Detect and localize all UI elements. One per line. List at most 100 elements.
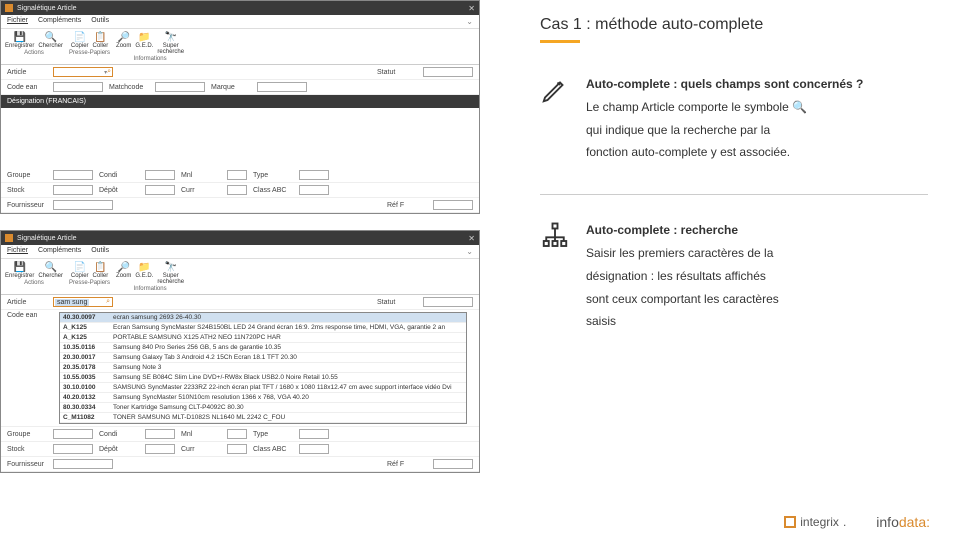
- input-type[interactable]: [299, 170, 329, 180]
- btn-chercher[interactable]: 🔍Chercher: [38, 31, 63, 49]
- dropdown-code: 40.30.0097: [63, 314, 113, 321]
- label-marque: Marque: [211, 84, 251, 91]
- block-1: Auto-complete : quels champs sont concer…: [540, 73, 928, 164]
- autocomplete-dropdown[interactable]: 40.30.0097ecran samsung 2693 26-40.30A_K…: [59, 312, 467, 424]
- block2-line4: saisis: [586, 310, 779, 333]
- dropdown-code: A_K125: [63, 334, 113, 341]
- dropdown-desc: Samsung SE B084C Slim Line DVD+/-RW8x Bl…: [113, 374, 338, 381]
- menu-outils[interactable]: Outils: [91, 17, 109, 26]
- dropdown-row[interactable]: C_M11082TONER SAMSUNG MLT-D1082S NL1640 …: [60, 413, 466, 423]
- input-depot[interactable]: [145, 185, 175, 195]
- menu-fichier[interactable]: Fichier: [7, 247, 28, 256]
- label-ref: Réf F: [387, 202, 427, 209]
- dropdown-row[interactable]: A_K125Ecran Samsung SyncMaster S24B150BL…: [60, 323, 466, 333]
- input-mni[interactable]: [227, 170, 247, 180]
- menu-complements[interactable]: Compléments: [38, 247, 81, 256]
- label-mni: Mnl: [181, 172, 221, 179]
- label-statut: Statut: [377, 299, 417, 306]
- input-statut[interactable]: [423, 297, 473, 307]
- logo-infodata: infodata:: [876, 514, 930, 530]
- label-fournisseur: Fournisseur: [7, 461, 47, 468]
- label-ref: Réf F: [387, 461, 427, 468]
- ribbon-group-presse: Presse-Papiers: [69, 50, 110, 56]
- close-icon[interactable]: ✕: [468, 4, 475, 13]
- titlebar: Signalétique Article ✕: [1, 1, 479, 15]
- btn-ged[interactable]: 📁G.E.D.: [135, 31, 153, 55]
- label-condi: Condi: [99, 431, 139, 438]
- dropdown-desc: Samsung Note 3: [113, 364, 161, 371]
- input-class[interactable]: [299, 185, 329, 195]
- titlebar-2: Signalétique Article ✕: [1, 231, 479, 245]
- paste-icon: 📋: [93, 261, 107, 273]
- dropdown-code: 40.20.0132: [63, 394, 113, 401]
- label-groupe: Groupe: [7, 172, 47, 179]
- row-codeean: Code ean Matchcode Marque: [1, 80, 479, 95]
- dropdown-desc: Ecran Samsung SyncMaster S24B150BL LED 2…: [113, 324, 445, 331]
- input-statut[interactable]: [423, 67, 473, 77]
- btn-zoom[interactable]: 🔎Zoom: [116, 31, 131, 55]
- dropdown-row[interactable]: 80.30.0334Toner Kartridge Samsung CLT-P4…: [60, 403, 466, 413]
- btn-coller[interactable]: 📋Coller: [93, 31, 109, 49]
- input-codeean[interactable]: [53, 82, 103, 92]
- btn-copier[interactable]: 📄Copier: [71, 261, 89, 279]
- btn-copier[interactable]: 📄Copier: [71, 31, 89, 49]
- magnifier-icon: ⌕: [107, 68, 111, 76]
- zoom-icon: 🔎: [117, 31, 131, 43]
- window-title-2: Signalétique Article: [17, 235, 468, 242]
- input-marque[interactable]: [257, 82, 307, 92]
- input-article-filled[interactable]: sam sung⌕: [53, 297, 113, 307]
- dropdown-row[interactable]: 20.30.0017Samsung Galaxy Tab 3 Android 4…: [60, 353, 466, 363]
- dropdown-code: 20.30.0017: [63, 354, 113, 361]
- expand-icon[interactable]: ⌄: [466, 247, 473, 256]
- menu-fichier[interactable]: Fichier: [7, 17, 28, 26]
- dropdown-desc: Samsung Galaxy Tab 3 Android 4.2 15Ch Ec…: [113, 354, 297, 361]
- dropdown-row[interactable]: 20.35.0178Samsung Note 3: [60, 363, 466, 373]
- btn-zoom[interactable]: 🔎Zoom: [116, 261, 131, 285]
- label-article: Article: [7, 299, 47, 306]
- btn-enregistrer[interactable]: 💾Enregistrer: [5, 261, 34, 279]
- btn-coller[interactable]: 📋Coller: [93, 261, 109, 279]
- btn-super[interactable]: 🔭Superrecherche: [157, 261, 184, 285]
- search-icon: 🔍: [44, 31, 58, 43]
- input-groupe[interactable]: [53, 170, 93, 180]
- binoculars-icon: 🔭: [164, 261, 178, 273]
- row-designation: Désignation (FRANCAIS): [1, 95, 479, 108]
- close-icon[interactable]: ✕: [468, 234, 475, 243]
- btn-ged[interactable]: 📁G.E.D.: [135, 261, 153, 285]
- label-class: Class ABC: [253, 187, 293, 194]
- dropdown-code: A_K125: [63, 324, 113, 331]
- input-stock[interactable]: [53, 185, 93, 195]
- menubar: Fichier Compléments Outils ⌄: [1, 15, 479, 29]
- dropdown-row[interactable]: 10.35.0116Samsung 840 Pro Series 256 GB,…: [60, 343, 466, 353]
- dropdown-row[interactable]: A_K125PORTABLE SAMSUNG X125 ATH2 NEO 11N…: [60, 333, 466, 343]
- case-title: Cas 1 : méthode auto-complete: [540, 16, 928, 34]
- btn-enregistrer[interactable]: 💾Enregistrer: [5, 31, 34, 49]
- input-matchcode[interactable]: [155, 82, 205, 92]
- menu-outils[interactable]: Outils: [91, 247, 109, 256]
- dropdown-row[interactable]: 40.30.0097ecran samsung 2693 26-40.30: [60, 313, 466, 323]
- block1-line3: fonction auto-complete y est associée.: [586, 141, 863, 164]
- label-article: Article: [7, 69, 47, 76]
- dropdown-row[interactable]: 30.10.0100SAMSUNG SyncMaster 2233RZ 22-i…: [60, 383, 466, 393]
- btn-super[interactable]: 🔭Superrecherche: [157, 31, 184, 55]
- copy-icon: 📄: [73, 31, 87, 43]
- label-codeean: Code ean: [7, 312, 47, 319]
- input-article[interactable]: ▾⌕: [53, 67, 113, 77]
- dropdown-row[interactable]: 40.20.0132Samsung SyncMaster 510N10cm re…: [60, 393, 466, 403]
- zoom-icon: 🔎: [117, 261, 131, 273]
- magnifier-icon: 🔍: [792, 100, 807, 114]
- btn-chercher[interactable]: 🔍Chercher: [38, 261, 63, 279]
- menu-complements[interactable]: Compléments: [38, 17, 81, 26]
- copy-icon: 📄: [73, 261, 87, 273]
- label-groupe: Groupe: [7, 431, 47, 438]
- input-curr[interactable]: [227, 185, 247, 195]
- input-fournisseur[interactable]: [53, 200, 113, 210]
- label-mni: Mnl: [181, 431, 221, 438]
- designation-area: [1, 108, 479, 168]
- input-condi[interactable]: [145, 170, 175, 180]
- dropdown-row[interactable]: 10.55.0035Samsung SE B084C Slim Line DVD…: [60, 373, 466, 383]
- input-ref[interactable]: [433, 200, 473, 210]
- expand-icon[interactable]: ⌄: [466, 17, 473, 26]
- ribbon: 💾Enregistrer 🔍Chercher Actions 📄Copier 📋…: [1, 29, 479, 65]
- divider: [540, 194, 928, 195]
